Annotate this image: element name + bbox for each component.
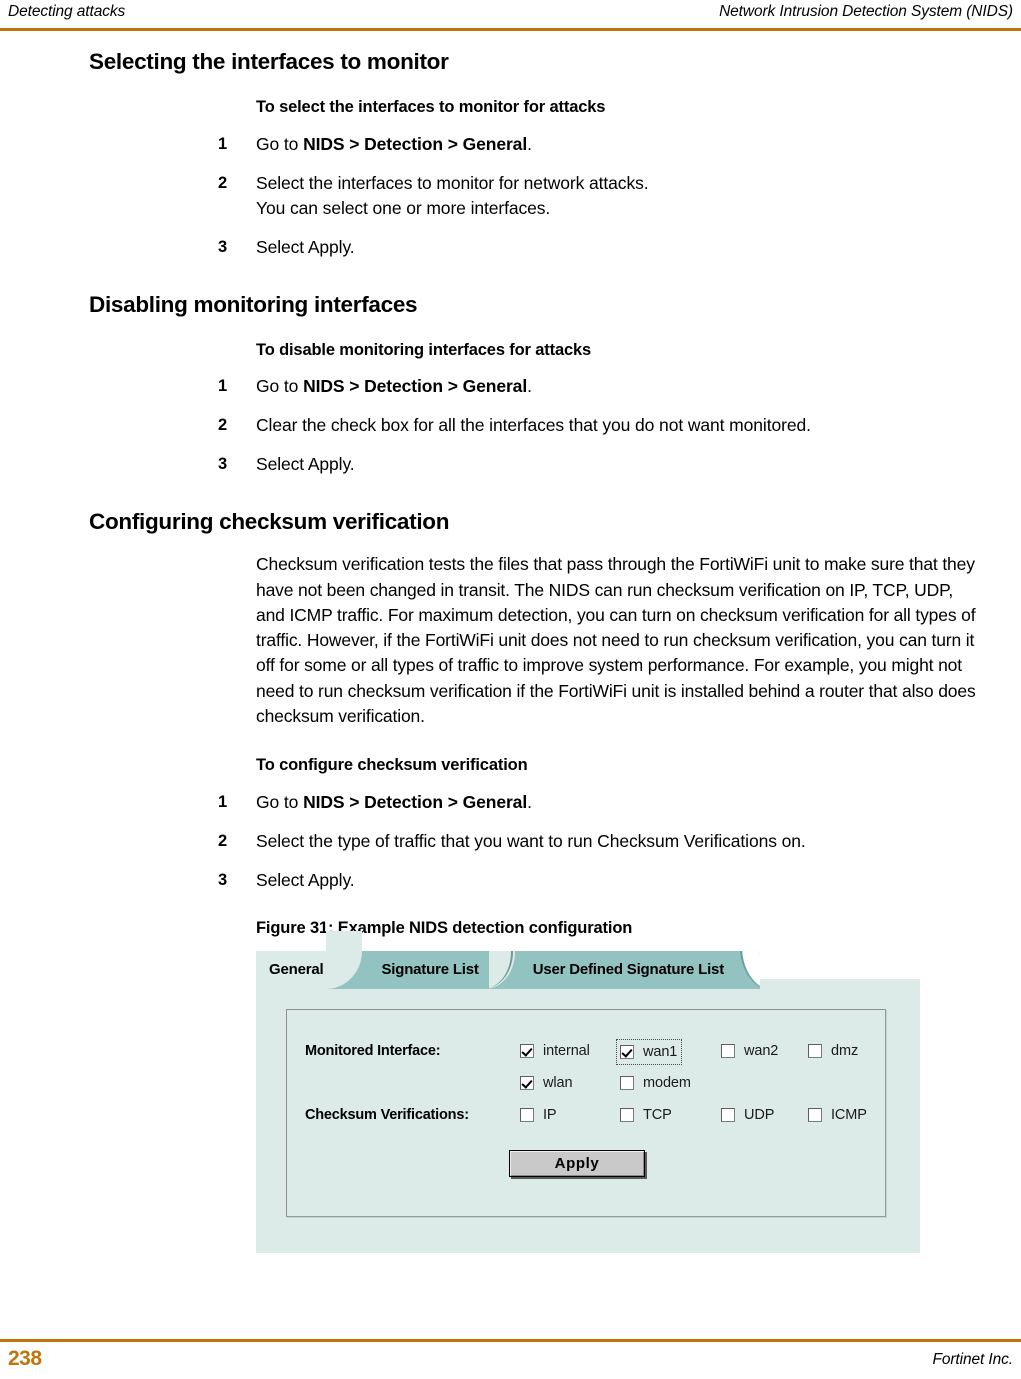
step-text-pre: Select the interfaces to monitor for net… <box>256 172 649 193</box>
checksum-verifications-row: Checksum Verifications: IP TCP UDP ICMP <box>287 1106 885 1138</box>
checkbox-wan1-box[interactable] <box>620 1044 634 1059</box>
checkbox-dmz-label: dmz <box>831 1042 859 1059</box>
step-number: 3 <box>218 237 228 256</box>
step-item: 2 Select the type of traffic that you wa… <box>0 829 1021 854</box>
step-text-pre: Select the type of traffic that you want… <box>256 830 806 851</box>
checkbox-internal[interactable]: internal <box>520 1042 590 1060</box>
checkbox-ip-label: IP <box>543 1106 557 1123</box>
checkbox-internal-label: internal <box>543 1042 590 1059</box>
checkbox-udp-box[interactable] <box>721 1107 735 1122</box>
tab-general[interactable]: General <box>256 950 328 989</box>
checkbox-wan1[interactable]: wan1 <box>616 1038 683 1065</box>
running-head-left: Detecting attacks <box>8 3 126 20</box>
tab-general-label: General <box>269 961 324 979</box>
step-text-pre: Clear the check box for all the interfac… <box>256 415 811 436</box>
step-text-pre: Go to <box>256 791 304 812</box>
step-number: 3 <box>218 455 228 474</box>
step-item: 3 Select Apply. <box>0 452 1021 477</box>
checkbox-wlan[interactable]: wlan <box>520 1074 573 1092</box>
running-head-right: Network Intrusion Detection System (NIDS… <box>719 3 1013 20</box>
checksum-description-paragraph: Checksum verification tests the files th… <box>256 554 976 727</box>
checkbox-wlan-label: wlan <box>543 1074 573 1091</box>
apply-button[interactable]: Apply <box>509 1149 645 1177</box>
running-head: Detecting attacks Network Intrusion Dete… <box>0 0 1021 30</box>
checkbox-udp-label: UDP <box>744 1106 775 1123</box>
checkbox-modem[interactable]: modem <box>620 1074 691 1092</box>
step-number: 2 <box>218 416 228 435</box>
checkbox-icmp[interactable]: ICMP <box>808 1106 867 1124</box>
tab-signature-list[interactable]: Signature List <box>371 950 489 989</box>
checkbox-icmp-box[interactable] <box>808 1107 822 1122</box>
step-number: 2 <box>218 831 228 850</box>
procedure-heading-configure-checksum: To configure checksum verification <box>256 756 528 775</box>
checkbox-udp[interactable]: UDP <box>721 1106 774 1124</box>
page-footer: 238 Fortinet Inc. <box>0 1346 1021 1376</box>
checkbox-modem-box[interactable] <box>620 1075 634 1090</box>
footer-rule <box>0 1339 1021 1342</box>
page-content: Selecting the interfaces to monitor To s… <box>0 48 1021 1253</box>
tab-bar: General Signature List User Defined Sign… <box>256 930 760 989</box>
checkbox-ip-box[interactable] <box>520 1107 534 1122</box>
step-text-pre: Select Apply. <box>256 454 355 475</box>
step-item: 1 Go to NIDS > Detection > General. <box>0 790 1021 815</box>
tab-user-defined-signature-list-label: User Defined Signature List <box>532 961 725 979</box>
step-item: 3 Select Apply. <box>0 235 1021 260</box>
footer-company: Fortinet Inc. <box>932 1351 1013 1368</box>
step-text-post: . <box>527 791 532 812</box>
step-item: 1 Go to NIDS > Detection > General. <box>0 374 1021 399</box>
step-text-line2: You can select one or more interfaces. <box>256 197 551 218</box>
step-text-pre: Select Apply. <box>256 236 355 257</box>
step-text-pre: Go to <box>256 133 304 154</box>
monitored-interface-row-1: Monitored Interface: internal wan1 wan2 … <box>287 1038 885 1074</box>
checkbox-modem-label: modem <box>643 1074 691 1091</box>
tab-end-cap <box>734 950 760 989</box>
section-heading-selecting-interfaces: Selecting the interfaces to monitor <box>89 49 449 74</box>
figure-caption: Figure 31: Example NIDS detection config… <box>256 918 633 937</box>
step-number: 1 <box>218 792 228 811</box>
step-text-post: . <box>527 133 532 154</box>
step-number: 1 <box>218 134 228 153</box>
tab-curve-divider <box>488 950 523 989</box>
step-text-strong: NIDS > Detection > General <box>303 791 528 812</box>
tab-signature-list-label: Signature List <box>381 961 479 979</box>
settings-group-box: Monitored Interface: internal wan1 wan2 … <box>286 1008 886 1217</box>
checkbox-wan2-label: wan2 <box>744 1042 779 1059</box>
monitored-interface-row-2: wlan modem <box>287 1074 885 1106</box>
section-heading-configuring-checksum: Configuring checksum verification <box>89 509 450 535</box>
step-number: 1 <box>218 377 228 396</box>
page-number: 238 <box>8 1347 42 1370</box>
tab-user-defined-signature-list[interactable]: User Defined Signature List <box>522 950 734 989</box>
tab-sweep-divider <box>326 930 372 989</box>
checkbox-wlan-box[interactable] <box>520 1075 534 1090</box>
checkbox-icmp-label: ICMP <box>831 1106 867 1123</box>
checkbox-wan1-label: wan1 <box>643 1043 678 1060</box>
checkbox-wan2[interactable]: wan2 <box>721 1042 778 1060</box>
checkbox-tcp-box[interactable] <box>620 1107 634 1122</box>
checkbox-tcp-label: TCP <box>643 1106 672 1123</box>
checkbox-internal-box[interactable] <box>520 1043 534 1058</box>
section-heading-disabling-monitoring: Disabling monitoring interfaces <box>89 291 418 317</box>
header-rule <box>0 28 1021 31</box>
checkbox-dmz[interactable]: dmz <box>808 1042 858 1060</box>
step-number: 2 <box>218 173 228 192</box>
step-item: 1 Go to NIDS > Detection > General. <box>0 132 1021 157</box>
monitored-interface-label: Monitored Interface: <box>305 1042 441 1059</box>
procedure-heading-disable-monitoring: To disable monitoring interfaces for att… <box>256 340 592 359</box>
step-text-pre: Go to <box>256 376 304 397</box>
step-item: 2 Clear the check box for all the interf… <box>0 413 1021 438</box>
step-text-post: . <box>527 376 532 397</box>
checkbox-dmz-box[interactable] <box>808 1043 822 1058</box>
checkbox-wan2-box[interactable] <box>721 1043 735 1058</box>
step-text-strong: NIDS > Detection > General <box>303 376 528 397</box>
step-number: 3 <box>218 870 228 889</box>
checksum-verifications-label: Checksum Verifications: <box>305 1106 469 1123</box>
checkbox-tcp[interactable]: TCP <box>620 1106 672 1124</box>
figure-nids-detection-screenshot: General Signature List User Defined Sign… <box>256 930 920 1253</box>
step-text-strong: NIDS > Detection > General <box>303 133 528 154</box>
step-item: 2 Select the interfaces to monitor for n… <box>0 171 1021 221</box>
step-item: 3 Select Apply. <box>0 868 1021 893</box>
checkbox-ip[interactable]: IP <box>520 1106 557 1124</box>
step-text-pre: Select Apply. <box>256 869 355 890</box>
procedure-heading-select-interfaces: To select the interfaces to monitor for … <box>256 98 606 116</box>
